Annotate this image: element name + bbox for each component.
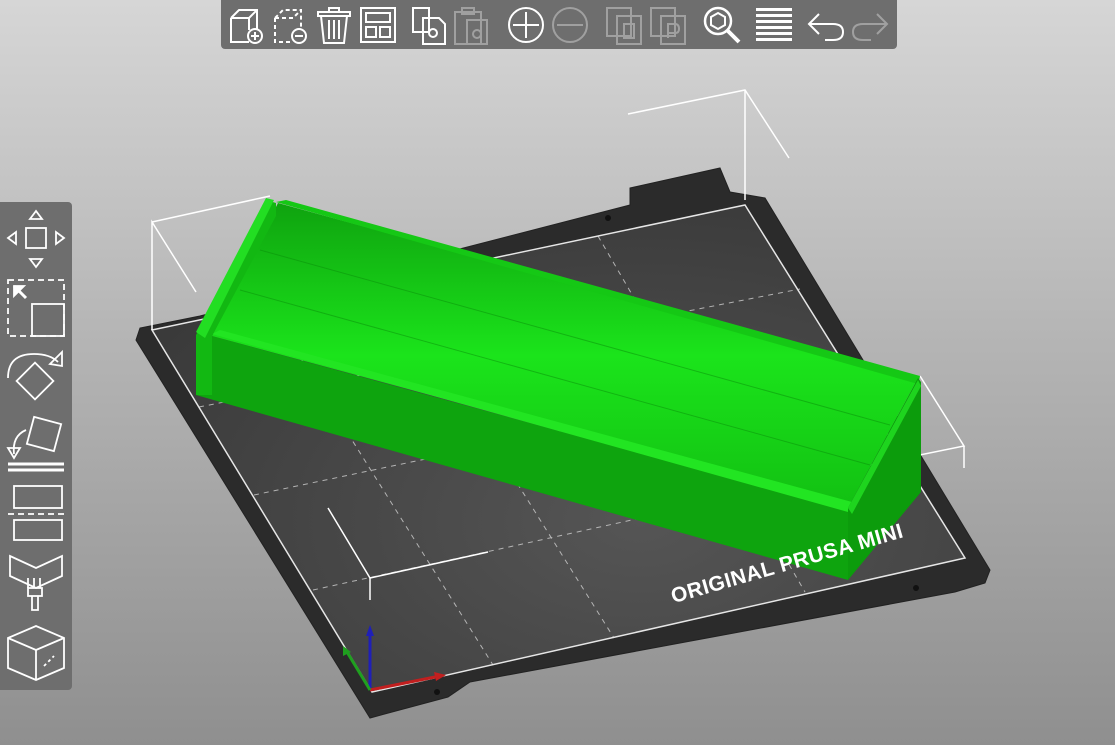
split-objects-icon <box>603 4 645 46</box>
left-toolbar <box>0 202 72 690</box>
add-object-icon[interactable] <box>225 4 267 46</box>
split-parts-icon <box>647 4 689 46</box>
move-icon[interactable] <box>4 208 68 270</box>
undo-icon[interactable] <box>805 4 847 46</box>
place-on-face-icon[interactable] <box>4 414 68 476</box>
rotate-icon[interactable] <box>4 348 68 410</box>
paint-supports-icon[interactable] <box>4 552 68 614</box>
remove-instance-icon <box>549 4 591 46</box>
viewport-3d-scene[interactable] <box>0 0 1115 745</box>
view-cube-icon[interactable] <box>4 622 68 684</box>
layers-icon[interactable] <box>753 4 795 46</box>
delete-all-icon[interactable] <box>313 4 355 46</box>
search-icon[interactable] <box>701 4 743 46</box>
delete-object-icon[interactable] <box>269 4 311 46</box>
arrange-icon[interactable] <box>357 4 399 46</box>
scale-icon[interactable] <box>4 278 68 340</box>
add-instance-icon[interactable] <box>505 4 547 46</box>
top-toolbar <box>221 0 897 49</box>
copy-icon[interactable] <box>407 4 449 46</box>
paste-icon <box>451 4 493 46</box>
cut-icon[interactable] <box>4 482 68 544</box>
redo-icon <box>849 4 891 46</box>
